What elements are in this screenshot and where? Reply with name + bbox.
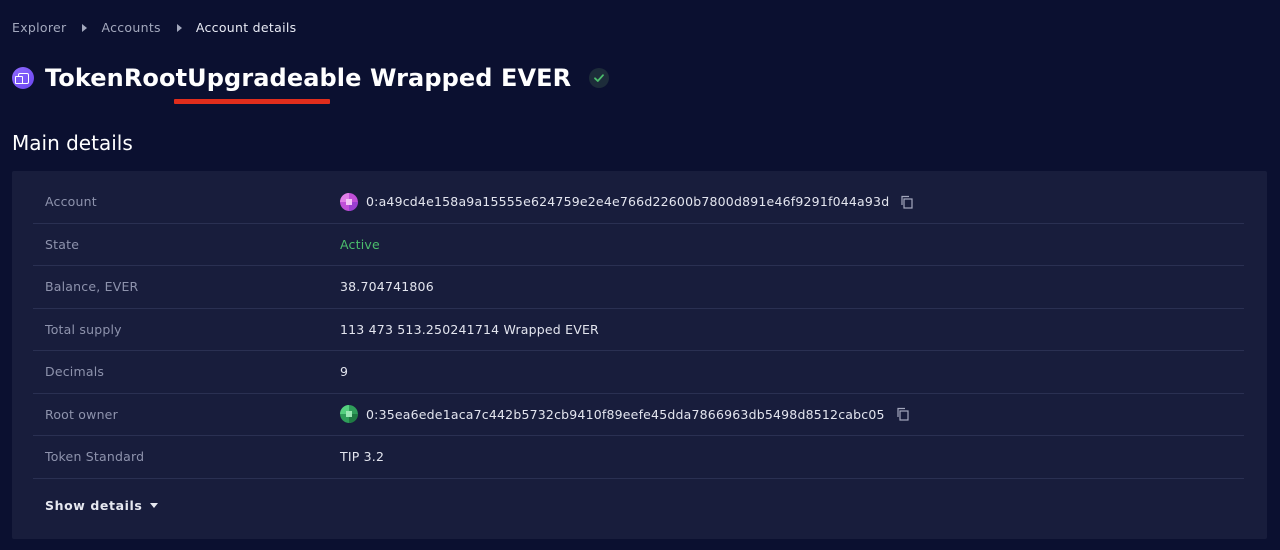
owner-avatar-icon (340, 405, 358, 424)
row-token-standard: Token Standard TIP 3.2 (33, 436, 1244, 479)
breadcrumb-account-details: Account details (195, 20, 297, 35)
red-underline-annotation (174, 99, 330, 104)
main-details-card: Account 0:a49cd4e158a9a15555e624759e2e4e… (12, 171, 1267, 539)
row-value: 0:35ea6ede1aca7c442b5732cb9410f89eefe45d… (340, 405, 910, 424)
row-label: Account (45, 194, 97, 210)
chevron-right-icon (176, 23, 182, 32)
row-root-owner: Root owner 0:35ea6ede1aca7c442b5732cb941… (33, 394, 1244, 436)
decimals-value: 9 (340, 364, 349, 380)
row-label: Balance, EVER (45, 279, 139, 295)
row-label: Token Standard (45, 449, 145, 465)
account-details-page: Explorer Accounts Account details TokenR… (0, 0, 1280, 550)
caret-down-icon (150, 503, 159, 508)
chevron-right-icon (82, 23, 88, 32)
breadcrumb-explorer[interactable]: Explorer (12, 20, 66, 35)
root-owner-address-link[interactable]: 0:35ea6ede1aca7c442b5732cb9410f89eefe45d… (366, 407, 885, 422)
page-title: TokenRootUpgradeable Wrapped EVER (45, 64, 572, 92)
state-status-value: Active (340, 236, 380, 252)
row-label: State (45, 236, 80, 252)
breadcrumb: Explorer Accounts Account details (12, 20, 296, 35)
row-total-supply: Total supply 113 473 513.250241714 Wrapp… (33, 309, 1244, 351)
section-title-main-details: Main details (12, 131, 133, 155)
row-label: Decimals (45, 364, 105, 380)
row-account: Account 0:a49cd4e158a9a15555e624759e2e4e… (33, 181, 1244, 224)
row-decimals: Decimals 9 (33, 351, 1244, 394)
check-icon (589, 68, 610, 88)
row-state: State Active (33, 224, 1244, 266)
breadcrumb-accounts[interactable]: Accounts (101, 20, 160, 35)
row-label: Root owner (45, 406, 118, 422)
total-supply-value: 113 473 513.250241714 Wrapped EVER (340, 321, 599, 337)
account-address-link[interactable]: 0:a49cd4e158a9a15555e624759e2e4e766d2260… (366, 194, 889, 209)
row-value: 0:a49cd4e158a9a15555e624759e2e4e766d2260… (340, 192, 914, 211)
details-table: Account 0:a49cd4e158a9a15555e624759e2e4e… (33, 181, 1244, 479)
account-avatar-icon (340, 192, 358, 211)
show-details-button[interactable]: Show details (45, 498, 159, 513)
row-balance: Balance, EVER 38.704741806 (33, 266, 1244, 309)
token-cube-icon (12, 67, 34, 89)
show-details-label: Show details (45, 498, 143, 513)
copy-icon[interactable] (900, 195, 914, 209)
token-standard-value: TIP 3.2 (340, 449, 385, 465)
copy-icon[interactable] (896, 407, 910, 421)
balance-value: 38.704741806 (340, 279, 434, 295)
row-label: Total supply (45, 321, 122, 337)
page-header: TokenRootUpgradeable Wrapped EVER (12, 62, 610, 94)
